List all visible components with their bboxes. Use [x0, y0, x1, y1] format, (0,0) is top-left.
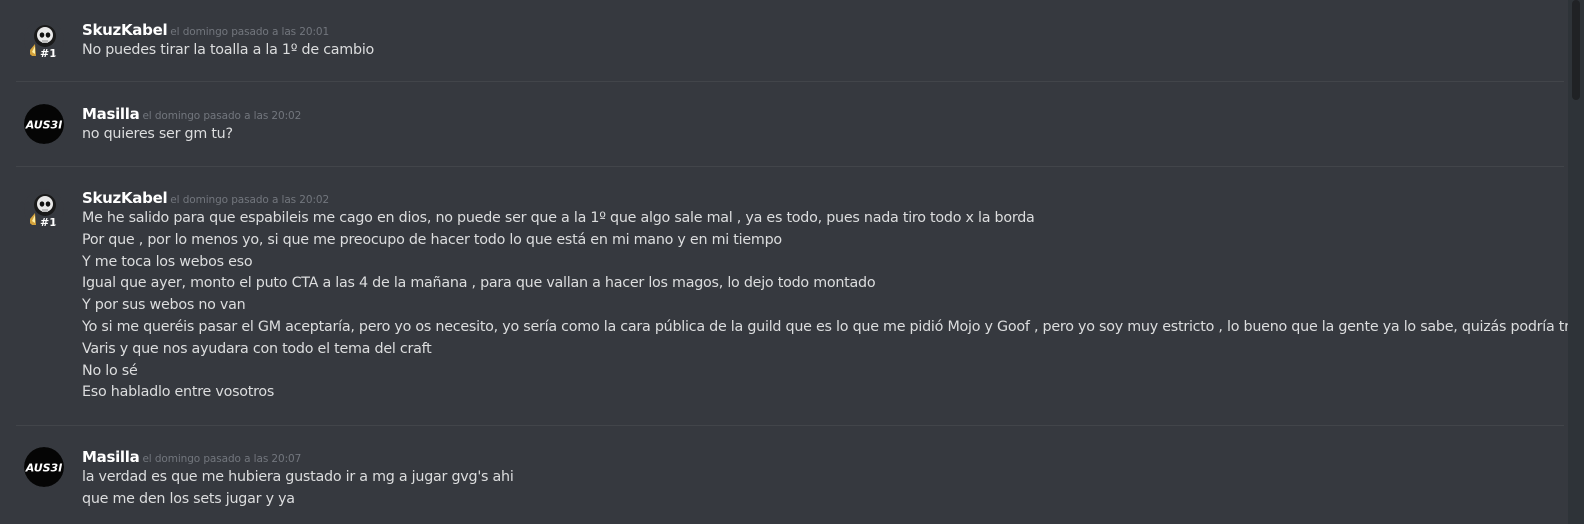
skull-rank-1-icon: #1 — [24, 189, 64, 229]
message-content: No puedes tirar la toalla a la 1º de cam… — [82, 40, 1552, 62]
message-line: Eso habladlo entre vosotros — [82, 384, 275, 401]
avatar[interactable]: #1 — [24, 189, 64, 229]
message-line: que me den los sets jugar y ya — [82, 490, 295, 507]
message-divider — [16, 425, 1564, 426]
rank-badge-text: #1 — [40, 216, 57, 229]
aus3i-logo-avatar: AUS3I — [24, 104, 64, 144]
message-header: SkuzKabel el domingo pasado a las 20:01 — [82, 20, 329, 42]
message-line: la verdad es que me hubiera gustado ir a… — [82, 469, 514, 485]
message-line: Y por sus webos no van — [82, 297, 246, 314]
avatar[interactable]: AUS3I — [24, 447, 64, 487]
logo-text: AUS3I — [25, 119, 63, 132]
message-line: Varis y que nos ayudara con todo el tema… — [82, 340, 432, 357]
avatar[interactable]: AUS3I — [24, 104, 64, 144]
message-divider — [16, 166, 1564, 167]
message-content: Me he salido para que espabileis me cago… — [82, 208, 1584, 404]
message-line: Me he salido para que espabileis me cago… — [82, 210, 1035, 226]
skull-rank-1-icon: #1 — [24, 20, 64, 60]
message-header: Masilla el domingo pasado a las 20:02 — [82, 104, 301, 126]
username[interactable]: SkuzKabel — [82, 21, 168, 39]
scrollbar-thumb[interactable] — [1572, 0, 1580, 100]
rank-badge-text: #1 — [40, 47, 57, 60]
message-line: Igual que ayer, monto el puto CTA a las … — [82, 275, 876, 292]
timestamp[interactable]: el domingo pasado a las 20:02 — [170, 194, 329, 206]
message-line: no quieres ser gm tu? — [82, 126, 233, 142]
message-line: Y me toca los webos eso — [82, 253, 253, 270]
scrollbar-track[interactable] — [1568, 0, 1584, 524]
aus3i-logo-avatar: AUS3I — [24, 447, 64, 487]
message-line: No puedes tirar la toalla a la 1º de cam… — [82, 42, 375, 58]
message-line: Por que , por lo menos yo, si que me pre… — [82, 231, 782, 248]
message-header: Masilla el domingo pasado a las 20:07 — [82, 447, 301, 469]
username[interactable]: Masilla — [82, 448, 140, 466]
timestamp[interactable]: el domingo pasado a las 20:07 — [142, 453, 301, 465]
message-content: no quieres ser gm tu? — [82, 124, 1552, 146]
message-divider — [16, 81, 1564, 82]
logo-text: AUS3I — [25, 462, 63, 475]
message-content: la verdad es que me hubiera gustado ir a… — [82, 467, 1552, 511]
username[interactable]: SkuzKabel — [82, 189, 168, 207]
timestamp[interactable]: el domingo pasado a las 20:01 — [170, 26, 329, 38]
username[interactable]: Masilla — [82, 105, 140, 123]
message-line: No lo sé — [82, 362, 138, 379]
chat-messages-pane[interactable]: #1 SkuzKabel el domingo pasado a las 20:0… — [0, 0, 1584, 524]
timestamp[interactable]: el domingo pasado a las 20:02 — [142, 110, 301, 122]
message-line: Yo si me queréis pasar el GM aceptaría, … — [82, 318, 1584, 335]
avatar[interactable]: #1 — [24, 20, 64, 60]
message-header: SkuzKabel el domingo pasado a las 20:02 — [82, 188, 329, 210]
